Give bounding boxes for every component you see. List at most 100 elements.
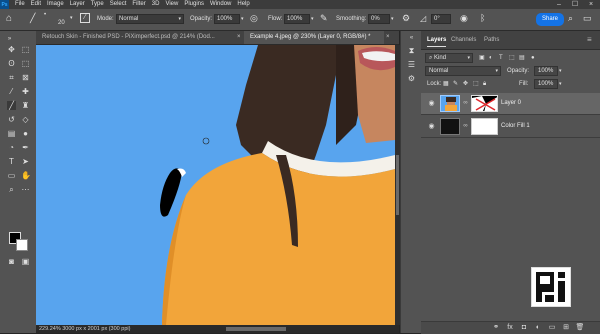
filter-shape-icon[interactable]: ⬚: [509, 53, 515, 63]
share-button[interactable]: Share: [536, 13, 564, 26]
visibility-eye-icon[interactable]: ◉: [427, 122, 436, 131]
visibility-eye-icon[interactable]: ◉: [427, 99, 436, 108]
layer-mask-thumbnail[interactable]: [471, 95, 498, 112]
quick-mask-icon[interactable]: ◙: [7, 257, 16, 266]
smoothing-input[interactable]: 0%: [368, 14, 390, 24]
link-icon[interactable]: ∞: [462, 99, 469, 108]
adjustments-icon[interactable]: ☰: [407, 60, 416, 69]
layer-row-layer-0[interactable]: ◉ ∞ Layer 0: [421, 93, 600, 115]
search-icon[interactable]: ⌕: [568, 13, 573, 24]
rectangle-tool-icon[interactable]: ▭: [7, 171, 16, 180]
layer-name[interactable]: Color Fill 1: [501, 122, 530, 131]
brush-settings-icon[interactable]: ⁄: [80, 13, 90, 23]
menu-view[interactable]: View: [165, 0, 178, 9]
tab-paths[interactable]: Paths: [484, 31, 499, 49]
filter-kind-select[interactable]: ⌕ Kind ▾: [425, 53, 473, 63]
add-mask-icon[interactable]: ◘: [519, 323, 529, 333]
new-group-icon[interactable]: ▭: [547, 323, 557, 333]
lock-transparency-icon[interactable]: ▦: [443, 79, 449, 89]
chevron-down-icon[interactable]: ▾: [559, 66, 562, 76]
link-icon[interactable]: ∞: [462, 122, 469, 131]
layer-thumbnail[interactable]: [440, 118, 460, 135]
filter-pixel-icon[interactable]: ▣: [479, 53, 485, 63]
home-icon[interactable]: ⌂: [6, 13, 12, 25]
brush-tool-icon[interactable]: ╱: [30, 14, 35, 23]
brush-preview-icon[interactable]: •: [44, 11, 46, 19]
gradient-tool-icon[interactable]: ▤: [7, 129, 16, 138]
chevron-down-icon[interactable]: ▾: [241, 15, 244, 23]
chevron-down-icon[interactable]: ▾: [391, 15, 394, 23]
frame-tool-icon[interactable]: ⊠: [21, 73, 30, 82]
lock-image-icon[interactable]: ✎: [453, 79, 458, 89]
maximize-icon[interactable]: ☐: [568, 0, 582, 9]
blur-tool-icon[interactable]: ●: [21, 129, 30, 138]
close-icon[interactable]: ×: [237, 31, 241, 44]
link-layers-icon[interactable]: ⚭: [491, 323, 501, 333]
tab-channels[interactable]: Channels: [451, 31, 476, 49]
history-icon[interactable]: ⧗: [407, 46, 416, 55]
zoom-tool-icon[interactable]: ⌕: [7, 185, 16, 194]
lasso-tool-icon[interactable]: ʘ: [7, 59, 16, 68]
tab-example-4[interactable]: Example 4.jpeg @ 230% (Layer 0, RGB/8#) …: [244, 31, 384, 44]
layer-thumbnail[interactable]: [440, 95, 460, 112]
horizontal-scrollbar[interactable]: [226, 327, 286, 331]
tab-retouch-skin[interactable]: Retouch Skin - Finished PSD - PiXimperfe…: [36, 31, 236, 44]
opacity-input[interactable]: 100%: [214, 14, 240, 24]
eyedropper-tool-icon[interactable]: ⁄: [7, 87, 16, 96]
clone-stamp-tool-icon[interactable]: ♜: [21, 101, 30, 110]
document-canvas[interactable]: [36, 45, 395, 325]
hand-tool-icon[interactable]: ✋: [21, 171, 31, 180]
screen-mode-icon[interactable]: ▣: [21, 257, 30, 266]
menu-edit[interactable]: Edit: [31, 0, 41, 9]
lock-artboard-icon[interactable]: ⬚: [473, 79, 479, 89]
minimize-icon[interactable]: –: [552, 0, 566, 9]
background-color-swatch[interactable]: [16, 239, 28, 251]
layer-row-color-fill-1[interactable]: ◉ ∞ Color Fill 1: [421, 116, 600, 138]
eraser-tool-icon[interactable]: ◇: [21, 115, 30, 124]
new-layer-icon[interactable]: ⊞: [561, 323, 571, 333]
move-tool-icon[interactable]: ✥: [7, 45, 16, 54]
chevron-down-icon[interactable]: ▾: [559, 79, 562, 89]
filter-adjustment-icon[interactable]: ◐: [489, 53, 493, 63]
angle-input[interactable]: 0°: [431, 14, 451, 24]
delete-layer-icon[interactable]: 🗑︎: [575, 323, 585, 333]
menu-plugins[interactable]: Plugins: [184, 0, 204, 9]
tab-layers[interactable]: Layers: [427, 31, 447, 49]
layer-style-icon[interactable]: fx: [505, 323, 515, 333]
mode-select[interactable]: Normal ▾: [116, 14, 184, 24]
filter-toggle-icon[interactable]: ●: [531, 53, 535, 63]
layer-opacity-input[interactable]: 100%: [534, 66, 558, 76]
photoshop-logo[interactable]: Ps: [0, 0, 9, 9]
pen-tool-icon[interactable]: ✒: [21, 143, 30, 152]
artboard-tool-icon[interactable]: ⬚: [21, 45, 30, 54]
collapse-icon[interactable]: «: [407, 34, 416, 43]
menu-image[interactable]: Image: [47, 0, 64, 9]
crop-tool-icon[interactable]: ⌗: [7, 73, 16, 82]
properties-icon[interactable]: ⚙: [407, 74, 416, 83]
fill-input[interactable]: 100%: [534, 79, 558, 89]
new-adjustment-icon[interactable]: ◐: [533, 323, 543, 333]
menu-layer[interactable]: Layer: [70, 0, 85, 9]
symmetry-icon[interactable]: ᛒ: [480, 13, 485, 24]
filter-smart-object-icon[interactable]: ▤: [519, 53, 525, 63]
blend-mode-select[interactable]: Normal ▾: [425, 66, 501, 76]
workspace-icon[interactable]: ▭: [583, 13, 592, 24]
menu-file[interactable]: File: [15, 0, 25, 9]
path-selection-tool-icon[interactable]: ➤: [21, 157, 30, 166]
dodge-tool-icon[interactable]: ◔: [7, 143, 16, 152]
filter-type-icon[interactable]: T: [499, 53, 503, 63]
menu-window[interactable]: Window: [210, 0, 231, 9]
menu-select[interactable]: Select: [110, 0, 127, 9]
chevron-down-icon[interactable]: ▾: [70, 14, 73, 22]
close-icon[interactable]: ×: [584, 0, 598, 9]
panel-menu-icon[interactable]: ≡: [587, 31, 592, 49]
object-selection-tool-icon[interactable]: ⬚: [21, 59, 30, 68]
flow-input[interactable]: 100%: [284, 14, 310, 24]
lock-all-icon[interactable]: 🔒︎: [483, 79, 486, 89]
more-tools-icon[interactable]: ⋯: [21, 185, 30, 194]
menu-3d[interactable]: 3D: [152, 0, 160, 9]
history-brush-tool-icon[interactable]: ↺: [7, 115, 16, 124]
lock-position-icon[interactable]: ✥: [463, 79, 468, 89]
healing-brush-tool-icon[interactable]: ✚: [21, 87, 30, 96]
layer-mask-thumbnail[interactable]: [471, 118, 498, 135]
